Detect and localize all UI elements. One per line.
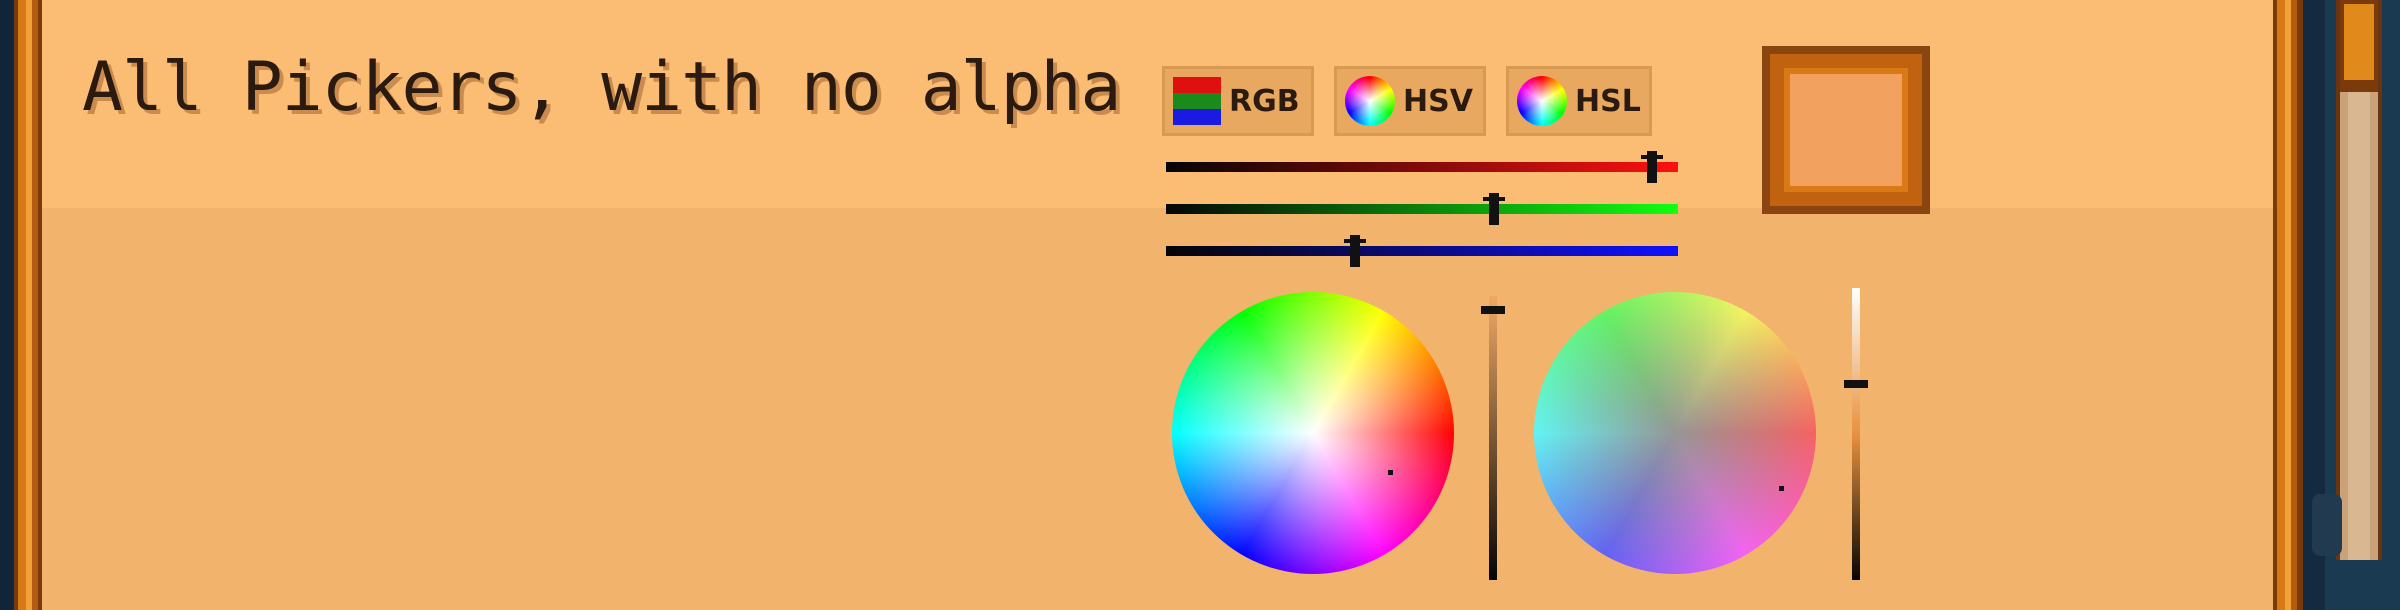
green-slider[interactable] <box>1166 193 1678 225</box>
hsv-color-wheel[interactable] <box>1172 292 1454 574</box>
hsl-color-wheel[interactable] <box>1534 292 1816 574</box>
color-wheel-icon <box>1517 76 1567 126</box>
left-border <box>14 0 42 610</box>
hsv-mode-button[interactable]: HSV <box>1334 66 1486 136</box>
blue-slider[interactable] <box>1166 235 1678 267</box>
page-title: All Pickers, with no alpha <box>82 48 1121 127</box>
hsl-mode-label: HSL <box>1575 83 1641 119</box>
hsv-mode-label: HSV <box>1403 83 1473 119</box>
hsv-value-slider[interactable] <box>1481 296 1505 580</box>
color-wheel-icon <box>1345 76 1395 126</box>
rgb-mode-label: RGB <box>1229 83 1300 119</box>
blue-slider-thumb[interactable] <box>1344 235 1367 267</box>
red-slider-thumb[interactable] <box>1641 151 1664 183</box>
color-preview <box>1790 74 1902 186</box>
hsv-wheel-cursor[interactable] <box>1388 470 1393 475</box>
scrollbar-end-cap <box>2312 494 2342 556</box>
color-preview-inner <box>1784 68 1908 192</box>
green-slider-thumb[interactable] <box>1482 193 1505 225</box>
hsl-wheel-cursor[interactable] <box>1779 486 1784 491</box>
rgb-mode-button[interactable]: RGB <box>1162 66 1314 136</box>
rgb-swatch-icon <box>1173 77 1221 125</box>
hsv-value-slider-thumb[interactable] <box>1481 306 1505 315</box>
hsl-mode-button[interactable]: HSL <box>1506 66 1652 136</box>
root: All Pickers, with no alpha RGB HSV HSL <box>0 0 2400 610</box>
hsl-lightness-slider-thumb[interactable] <box>1844 380 1868 389</box>
right-border <box>2273 0 2303 610</box>
red-slider[interactable] <box>1166 151 1678 183</box>
hsl-lightness-slider[interactable] <box>1844 288 1868 580</box>
left-window-edge <box>0 0 14 610</box>
scrollbar-thumb[interactable] <box>2340 0 2378 92</box>
color-preview-frame <box>1762 46 1930 214</box>
